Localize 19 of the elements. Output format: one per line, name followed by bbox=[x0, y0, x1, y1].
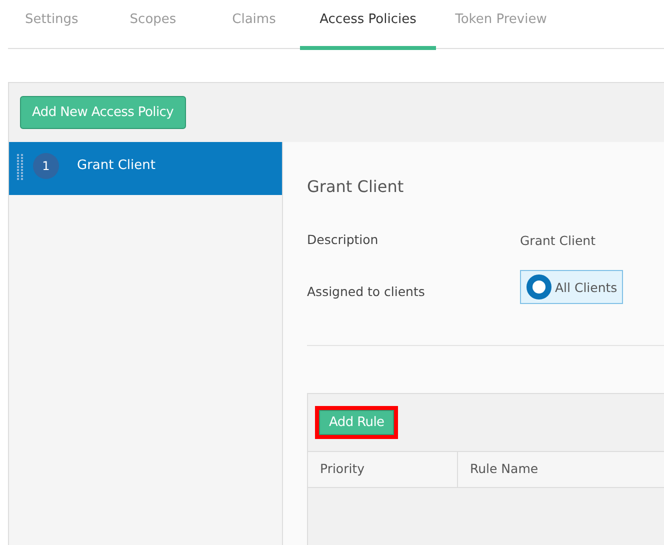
tab[interactable]: Settings bbox=[8, 0, 98, 46]
tab[interactable]: Access Policies bbox=[300, 0, 436, 50]
field-value: Grant Client bbox=[520, 232, 596, 248]
tab[interactable]: Token Preview bbox=[436, 0, 566, 46]
priority-badge: 1 bbox=[33, 153, 59, 179]
field-label: Assigned to clients bbox=[307, 283, 426, 299]
add-policy-button[interactable]: Add New Access Policy bbox=[20, 96, 186, 129]
tab[interactable]: Claims bbox=[208, 0, 300, 46]
column-header: Priority bbox=[308, 452, 458, 487]
circle-icon bbox=[526, 274, 552, 300]
policy-name: Grant Client bbox=[77, 158, 156, 173]
column-header: Rule Name bbox=[469, 460, 540, 478]
add-rule-button[interactable]: Add Rule bbox=[319, 410, 394, 435]
client-chip[interactable]: All Clients bbox=[520, 270, 624, 304]
policy-title: Grant Client bbox=[307, 177, 405, 196]
field-label: Description bbox=[307, 231, 380, 247]
drag-handle-icon[interactable] bbox=[17, 154, 23, 180]
policy-item[interactable]: 1 Grant Client bbox=[9, 142, 282, 195]
tab[interactable]: Scopes bbox=[98, 0, 208, 46]
